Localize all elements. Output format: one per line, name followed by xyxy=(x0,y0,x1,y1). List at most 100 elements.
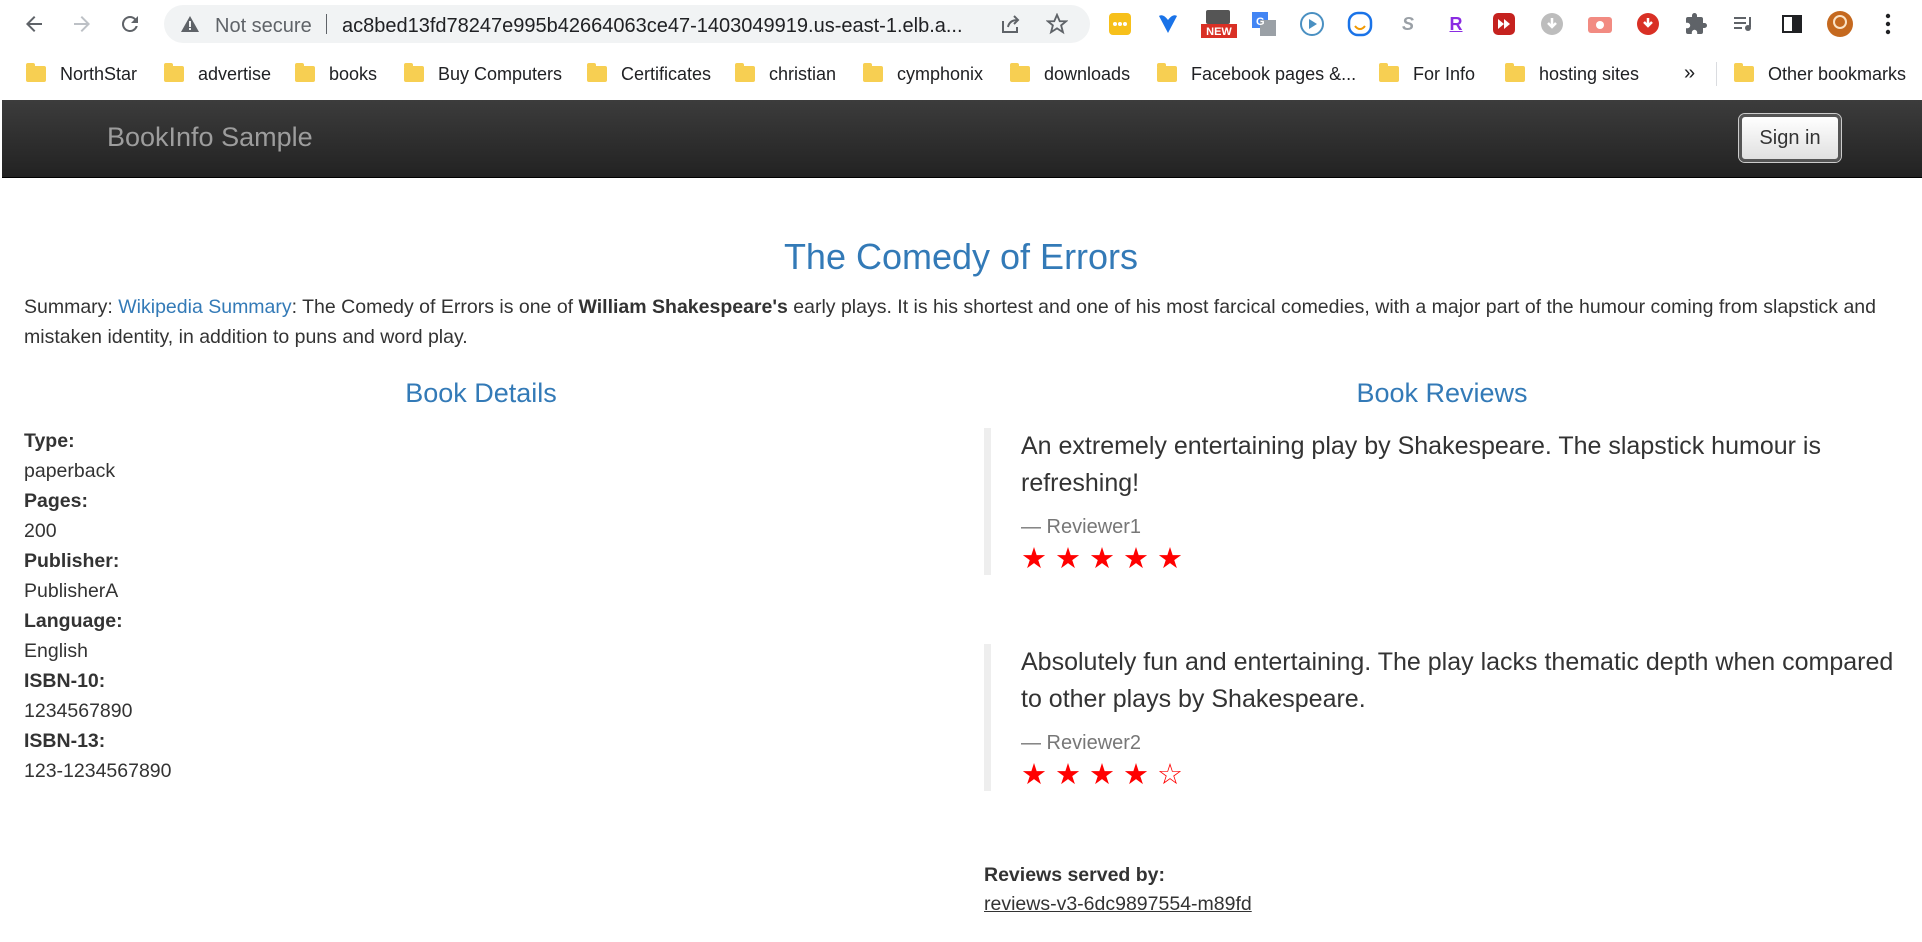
bookmark-label: hosting sites xyxy=(1539,63,1640,84)
extension-camera-icon[interactable] xyxy=(1586,10,1614,38)
bookmarks-divider xyxy=(1716,62,1717,86)
bookmark-christian[interactable]: christian xyxy=(735,59,836,89)
review-1: An extremely entertaining play by Shakes… xyxy=(984,428,1904,575)
star-filled-icon: ★ xyxy=(1123,543,1149,575)
bookmark-label: Facebook pages &... xyxy=(1191,63,1357,84)
side-panel-icon[interactable] xyxy=(1778,10,1806,38)
bookmarks-overflow-button[interactable]: » xyxy=(1684,62,1695,85)
media-playlist-icon[interactable] xyxy=(1730,10,1758,38)
review-author: — Reviewer2 xyxy=(1021,732,1142,754)
detail-label-publisher: Publisher: xyxy=(24,550,120,572)
more-menu-icon[interactable] xyxy=(1874,10,1902,38)
folder-icon xyxy=(26,63,46,82)
extension-s-icon[interactable]: S xyxy=(1394,10,1422,38)
bookmark-label: Buy Computers xyxy=(438,63,563,84)
review-text: Absolutely fun and entertaining. The pla… xyxy=(1021,648,1894,713)
detail-value-publisher: PublisherA xyxy=(24,580,119,602)
served-by-label: Reviews served by: xyxy=(984,864,1166,886)
folder-icon xyxy=(1734,63,1754,82)
extension-new-icon[interactable]: NEW xyxy=(1200,10,1238,38)
url-text[interactable]: ac8bed13fd78247e995b42664063ce47-1403049… xyxy=(342,15,994,38)
bookmark-star-icon[interactable] xyxy=(1045,12,1069,40)
book-summary: Summary: Wikipedia Summary: The Comedy o… xyxy=(24,292,1900,352)
bookmark-northstar[interactable]: NorthStar xyxy=(26,59,137,89)
forward-icon[interactable] xyxy=(66,8,98,40)
extension-face-icon[interactable] xyxy=(1346,10,1374,38)
wikipedia-summary-link[interactable]: Wikipedia Summary xyxy=(118,296,291,318)
bookmark-advertise[interactable]: advertise xyxy=(164,59,271,89)
served-by-value[interactable]: reviews-v3-6dc9897554-m89fd xyxy=(984,893,1252,916)
folder-icon xyxy=(735,63,755,82)
bookmark-label: christian xyxy=(769,63,837,84)
book-reviews-heading: Book Reviews xyxy=(1356,378,1528,408)
detail-value-isbn10: 1234567890 xyxy=(24,700,133,722)
back-icon[interactable] xyxy=(18,8,50,40)
detail-label-isbn10: ISBN-10: xyxy=(24,670,106,692)
bookmark-label: Other bookmarks xyxy=(1768,63,1907,84)
detail-value-pages: 200 xyxy=(24,520,57,542)
bookmark-hosting-sites[interactable]: hosting sites xyxy=(1505,59,1639,89)
bookmarks-bar: NorthStar advertise books Buy Computers … xyxy=(0,48,1922,100)
extension-heart-icon[interactable] xyxy=(1154,10,1182,38)
address-bar[interactable]: Not secure ac8bed13fd78247e995b42664063c… xyxy=(164,5,1090,43)
warning-icon[interactable] xyxy=(180,15,200,38)
star-filled-icon: ★ xyxy=(1157,543,1183,575)
folder-icon xyxy=(1010,63,1030,82)
bookmark-label: downloads xyxy=(1044,63,1131,84)
star-filled-icon: ★ xyxy=(1123,759,1149,791)
star-filled-icon: ★ xyxy=(1089,543,1115,575)
star-empty-icon: ☆ xyxy=(1157,759,1183,791)
review-author: — Reviewer1 xyxy=(1021,516,1142,538)
svg-text:G: G xyxy=(1256,16,1265,28)
bookmark-downloads[interactable]: downloads xyxy=(1010,59,1130,89)
profile-avatar[interactable] xyxy=(1826,10,1854,38)
bookmark-books[interactable]: books xyxy=(295,59,377,89)
star-filled-icon: ★ xyxy=(1055,759,1081,791)
folder-icon xyxy=(587,63,607,82)
review-text: An extremely entertaining play by Shakes… xyxy=(1021,432,1821,497)
extensions-puzzle-icon[interactable] xyxy=(1682,10,1710,38)
summary-text-1: : The Comedy of Errors is one of xyxy=(291,296,579,318)
bookmark-cymphonix[interactable]: cymphonix xyxy=(863,59,983,89)
book-details-list: Type: paperback Pages: 200 Publisher: Pu… xyxy=(24,426,171,786)
star-filled-icon: ★ xyxy=(1055,543,1081,575)
extension-dots-icon[interactable] xyxy=(1106,10,1134,38)
detail-value-language: English xyxy=(24,640,88,662)
share-icon[interactable] xyxy=(1000,13,1022,40)
bookmark-label: cymphonix xyxy=(897,63,984,84)
app-navbar: BookInfo Sample Sign in xyxy=(2,100,1922,178)
review-2: Absolutely fun and entertaining. The pla… xyxy=(984,644,1904,791)
bookmark-certificates[interactable]: Certificates xyxy=(587,59,711,89)
sign-in-button[interactable]: Sign in xyxy=(1739,114,1841,162)
detail-value-isbn13: 123-1234567890 xyxy=(24,760,172,782)
extension-play-icon[interactable] xyxy=(1298,10,1326,38)
detail-label-pages: Pages: xyxy=(24,490,88,512)
folder-icon xyxy=(164,63,184,82)
bookmark-for-info[interactable]: For Info xyxy=(1379,59,1475,89)
detail-value-type: paperback xyxy=(24,460,116,482)
bookmark-label: advertise xyxy=(198,63,272,84)
bookmark-other[interactable]: Other bookmarks xyxy=(1734,59,1906,89)
extension-translate-icon[interactable]: G xyxy=(1250,10,1278,38)
reload-icon[interactable] xyxy=(114,8,146,40)
extension-forward-icon[interactable] xyxy=(1490,10,1518,38)
bookmark-buy-computers[interactable]: Buy Computers xyxy=(404,59,562,89)
brand-title[interactable]: BookInfo Sample xyxy=(107,122,313,153)
folder-icon xyxy=(404,63,424,82)
omnibox-divider xyxy=(326,14,327,34)
extension-download-icon[interactable] xyxy=(1538,10,1566,38)
star-filled-icon: ★ xyxy=(1021,543,1047,575)
svg-text:NEW: NEW xyxy=(1206,26,1232,38)
bookmark-label: Certificates xyxy=(621,63,712,84)
book-title: The Comedy of Errors xyxy=(783,236,1139,277)
book-details-heading: Book Details xyxy=(405,378,557,408)
extension-r-icon[interactable]: R xyxy=(1442,10,1470,38)
folder-icon xyxy=(1505,63,1525,82)
detail-label-isbn13: ISBN-13: xyxy=(24,730,106,752)
bookmark-label: For Info xyxy=(1413,63,1476,84)
star-filled-icon: ★ xyxy=(1089,759,1115,791)
bookmark-facebook-pages[interactable]: Facebook pages &... xyxy=(1157,59,1356,89)
extension-save-icon[interactable] xyxy=(1634,10,1662,38)
bookmark-label: books xyxy=(329,63,378,84)
security-status[interactable]: Not secure xyxy=(215,15,312,38)
